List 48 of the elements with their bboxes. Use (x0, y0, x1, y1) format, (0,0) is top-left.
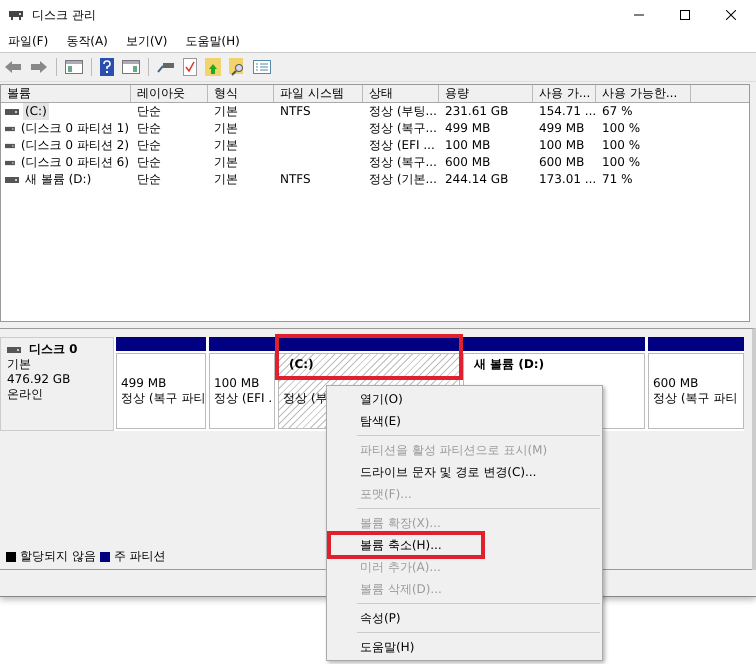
table-cell-text: 600 MB (444, 154, 492, 171)
table-cell-text: 단순 (136, 171, 162, 188)
table-cell-text: 단순 (136, 103, 162, 120)
table-cell-text: 600 MB (538, 154, 586, 171)
table-cell-text: 100 MB (538, 137, 586, 154)
table-cell-text: 정상 (부팅... (368, 103, 438, 120)
partition-name: 새 볼륨 (D:) (472, 357, 544, 372)
table-cell-text: 100 % (601, 154, 642, 171)
disk-status: 온라인 (7, 387, 44, 402)
disk-name: 디스크 0 (29, 342, 78, 357)
partition-info: 600 MB (653, 376, 698, 391)
table-cell-text: 정상 (EFI ... (368, 137, 436, 154)
disk-type: 기본 (7, 357, 32, 372)
table-cell-text: NTFS (279, 171, 312, 188)
table-cell-text: 499 MB (444, 120, 492, 137)
table-cell-text: 기본 (213, 171, 239, 188)
table-cell-text: 단순 (136, 154, 162, 171)
table-cell-text: 기본 (213, 137, 239, 154)
table-cell-text: 100 % (601, 137, 642, 154)
table-cell-text: 71 % (601, 171, 634, 188)
table-cell-text: 67 % (601, 103, 634, 120)
disk-size: 476.92 GB (7, 372, 72, 387)
table-cell-text: 정상 (복구... (368, 154, 438, 171)
partition-name: (C:) (288, 357, 314, 372)
table-cell-text: 정상 (복구... (368, 120, 438, 137)
table-cell-text: 단순 (136, 137, 162, 154)
table-cell-text: 정상 (기본... (368, 171, 438, 188)
table-cell-text: 154.71 ... (538, 103, 596, 120)
legend-label: 주 파티션 (114, 548, 166, 565)
partition-info: 정상 (복구 파티 (653, 391, 738, 406)
legend-label: 할당되지 않음 (20, 548, 96, 565)
partition-info: 499 MB (121, 376, 166, 391)
table-cell-text: 기본 (213, 103, 239, 120)
table-cell-text: 기본 (213, 154, 239, 171)
table-cell-text: NTFS (279, 103, 312, 120)
table-cell-text: 기본 (213, 120, 239, 137)
window-title: 디스크 관리 (32, 6, 96, 24)
partition-info: 100 MB (214, 376, 260, 391)
table-cell-text: 244.14 GB (444, 171, 510, 188)
table-cell-text: 단순 (136, 120, 162, 137)
table-cell-text: 100 MB (444, 137, 492, 154)
partition-info: 정상 (EFI . (214, 391, 272, 406)
partition-info: 정상 (복구 파티 (121, 391, 205, 406)
table-cell-text: 100 % (601, 120, 642, 137)
table-cell-text: 173.01 ... (538, 171, 596, 188)
partition-info: 정상 (부 (283, 391, 328, 406)
table-cell-text: 231.61 GB (444, 103, 510, 120)
table-cell-text: 499 MB (538, 120, 586, 137)
